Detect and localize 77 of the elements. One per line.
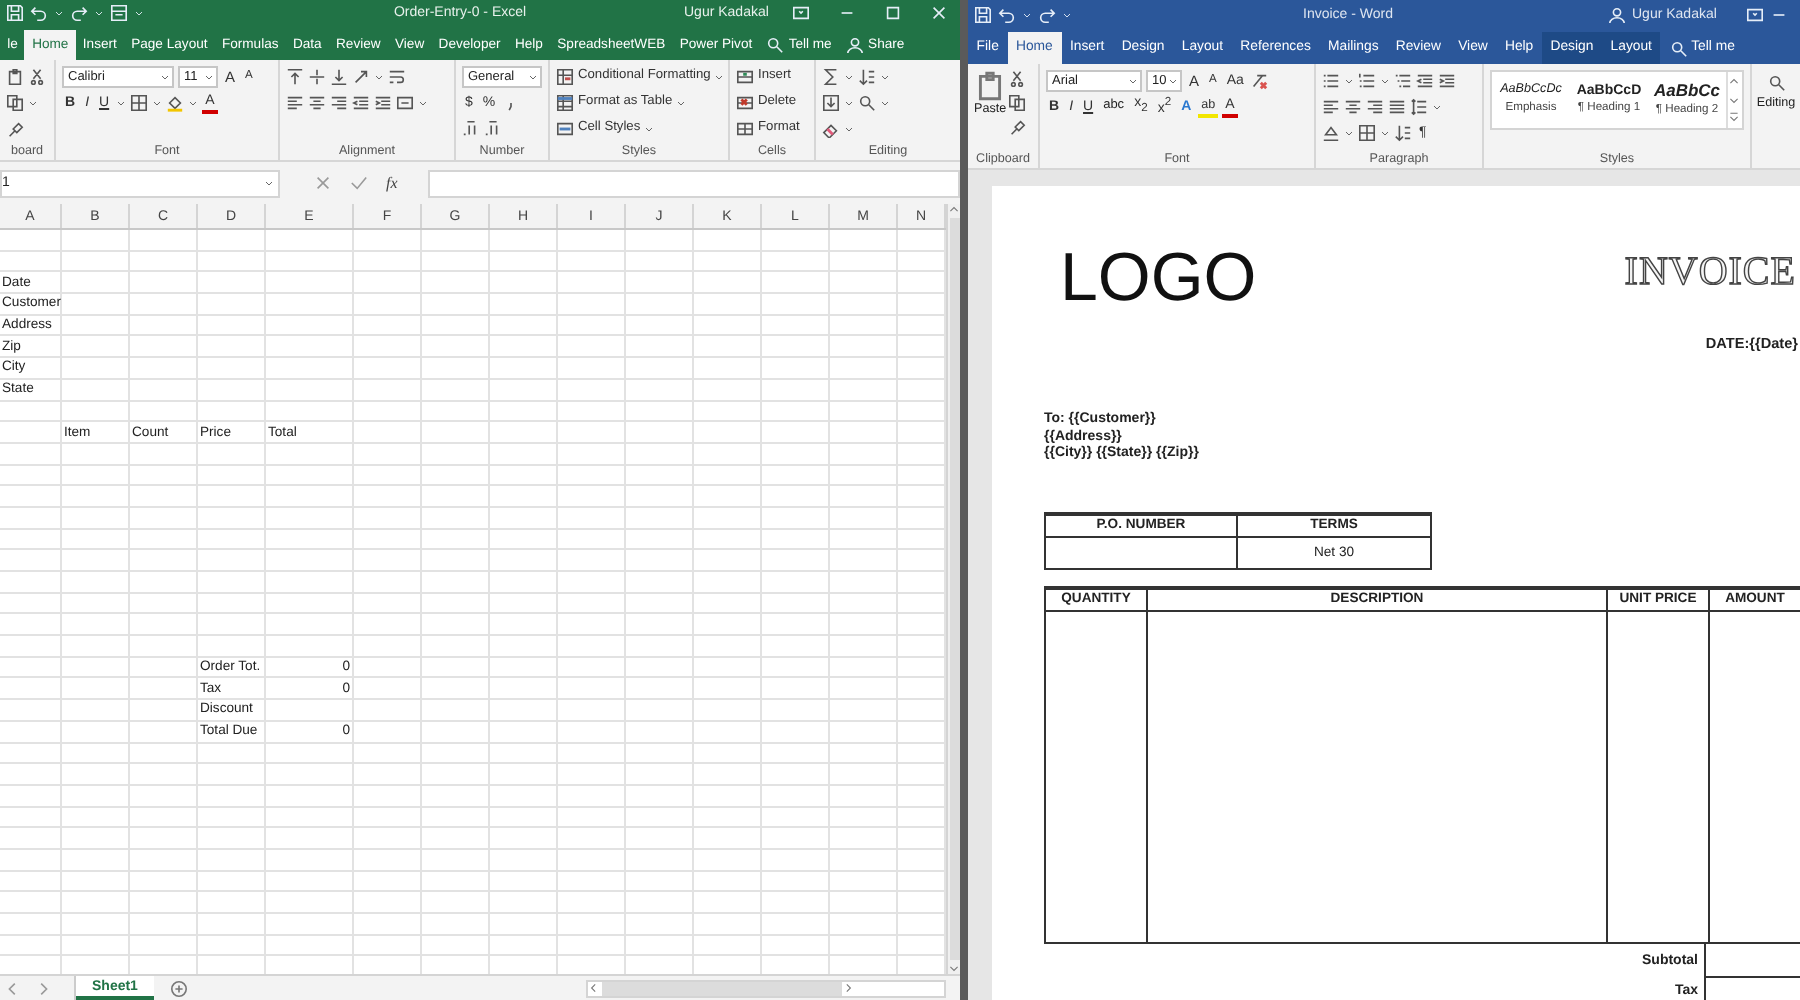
paste-icon[interactable] [6,68,24,86]
multilevel-list-icon[interactable] [1394,72,1412,90]
arrow-up-icon[interactable] [948,204,960,216]
redo-icon[interactable] [1038,5,1056,23]
insert-function-button[interactable]: fx [386,174,398,192]
search-icon[interactable] [858,94,876,112]
more-styles-icon[interactable] [1728,112,1740,125]
undo-icon[interactable] [30,3,48,21]
cut-icon[interactable] [28,68,46,86]
outdent-icon[interactable] [1416,72,1434,90]
indent-icon[interactable] [374,94,392,112]
sort-icon[interactable] [858,68,876,86]
cut-icon[interactable] [1008,70,1027,88]
logo-text: LOGO [1060,242,1257,314]
copy-icon[interactable] [1008,94,1027,112]
border-icon[interactable] [1358,124,1376,142]
save-icon[interactable] [974,5,992,23]
outdent-icon[interactable] [352,94,370,112]
arrow-down-icon[interactable] [1728,93,1740,106]
justify-icon[interactable] [1388,98,1406,116]
copy-icon[interactable] [6,94,24,112]
align-right-icon[interactable] [330,94,348,112]
arrow-left-icon[interactable] [588,982,600,994]
maximize-icon[interactable] [884,3,902,21]
ribbon-display-icon[interactable] [1746,5,1765,23]
sort-icon[interactable] [1394,124,1412,142]
redo-icon[interactable] [70,3,88,21]
cancel-icon[interactable] [314,174,332,192]
paintbrush-icon[interactable] [6,120,24,138]
eraser-icon[interactable] [822,120,840,138]
arrow-up-icon[interactable] [1728,75,1740,88]
bullets-icon[interactable] [1322,72,1340,90]
line-spacing-icon[interactable] [1410,98,1428,116]
insert-cells-icon[interactable] [736,68,754,86]
align-left-icon[interactable] [1322,98,1340,116]
top-align-icon[interactable] [286,68,304,86]
sum-icon[interactable] [822,68,840,86]
arrow-down-icon[interactable] [948,962,960,974]
border-icon[interactable] [130,94,149,112]
close-icon[interactable] [930,3,948,21]
numbering-icon[interactable] [1358,72,1376,90]
increase-decimal-icon[interactable] [462,120,480,138]
clear-format-icon[interactable] [1250,72,1269,90]
wrap-text-icon[interactable] [388,68,406,86]
fill-down-icon[interactable] [822,94,840,112]
bottom-align-icon[interactable] [330,68,348,86]
paintbrush-icon[interactable] [1008,118,1027,136]
arrow-right-icon[interactable] [842,982,854,994]
align-left-icon[interactable] [286,94,304,112]
search-icon[interactable] [1767,74,1785,92]
align-center-icon[interactable] [1344,98,1362,116]
conditional-format-icon[interactable] [556,68,574,86]
ribbon-display-icon[interactable] [792,3,810,21]
merge-icon[interactable] [396,94,414,112]
paste-icon[interactable] [974,70,1007,102]
undo-icon[interactable] [998,5,1016,23]
align-center-icon[interactable] [308,94,326,112]
cell-styles-icon[interactable] [556,120,574,138]
middle-align-icon[interactable] [308,68,326,86]
orientation-icon[interactable] [352,68,370,86]
formula-input[interactable] [428,169,960,197]
fill-color-icon[interactable] [166,94,185,112]
decrease-decimal-icon[interactable] [484,120,502,138]
format-table-icon[interactable] [556,94,574,112]
form-icon[interactable] [110,3,128,21]
save-icon[interactable] [6,3,24,21]
delete-cells-icon[interactable] [736,94,754,112]
indent-icon[interactable] [1438,72,1456,90]
shading-icon[interactable] [1322,124,1340,142]
check-icon[interactable] [350,174,368,192]
horizontal-scrollbar[interactable] [586,979,946,997]
person-icon[interactable] [1608,5,1626,23]
vertical-scrollbar[interactable] [946,204,960,974]
person-icon[interactable] [846,36,865,54]
invoice-title: INVOICE [1624,250,1796,294]
format-cells-icon[interactable] [736,120,754,138]
align-right-icon[interactable] [1366,98,1384,116]
